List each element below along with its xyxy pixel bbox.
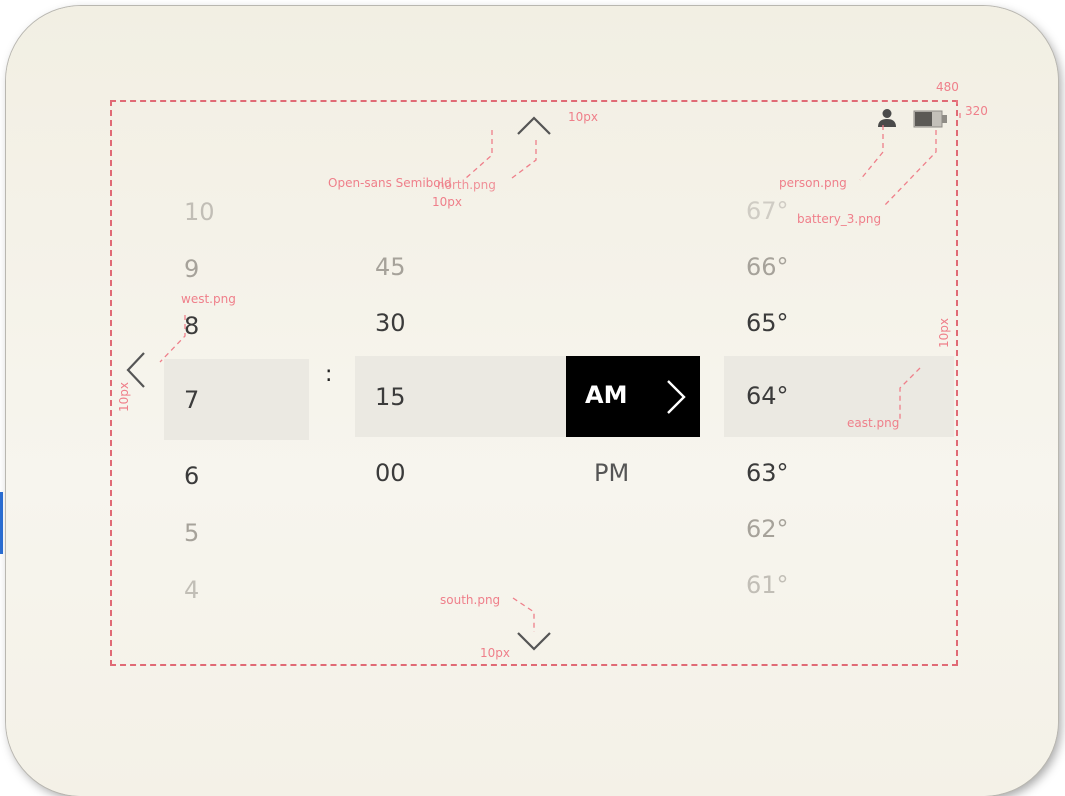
temperature-option[interactable]: 66° [746,253,789,281]
chevron-down-icon[interactable] [515,630,553,654]
north-side-gap-annotation: 10px [568,110,598,124]
chevron-right-icon[interactable] [665,378,687,416]
south-gap-annotation: 10px [480,646,510,660]
height-annotation: 320 [965,104,988,118]
chevron-up-icon[interactable] [515,113,553,137]
hour-option[interactable]: 5 [184,519,199,547]
north-icon-annotation: north.png [437,178,496,192]
font-annotation: Open-sans Semibold [328,176,452,190]
meridiem-option-pm[interactable]: PM [594,459,629,487]
minute-option[interactable]: 45 [375,253,406,281]
minute-option[interactable]: 00 [375,459,406,487]
battery-icon-annotation: battery_3.png [797,212,882,226]
west-gap-annotation: 10px [117,382,131,412]
selected-minute[interactable]: 15 [375,383,406,411]
east-gap-annotation: 10px [937,318,951,348]
side-accent-bar [0,492,3,554]
hour-option[interactable]: 10 [184,198,215,226]
time-separator: : [325,362,333,387]
temperature-option[interactable]: 65° [746,309,789,337]
temperature-option[interactable]: 63° [746,459,789,487]
selected-hour[interactable]: 7 [184,386,199,414]
hour-option[interactable]: 8 [184,312,199,340]
north-gap-annotation: 10px [432,195,462,209]
temperature-option[interactable]: 62° [746,515,789,543]
hour-option[interactable]: 9 [184,255,199,283]
south-icon-annotation: south.png [440,593,501,607]
west-icon-annotation: west.png [181,292,236,306]
meridiem-selected-label: AM [585,381,628,409]
hour-option[interactable]: 4 [184,576,199,604]
battery-icon [913,110,947,128]
person-icon[interactable] [876,108,898,128]
minute-option[interactable]: 30 [375,309,406,337]
hour-option[interactable]: 6 [184,462,199,490]
east-icon-annotation: east.png [847,416,900,430]
temperature-option[interactable]: 67° [746,197,789,225]
selected-temperature[interactable]: 64° [746,382,789,410]
width-annotation: 480 [936,80,959,94]
temperature-option[interactable]: 61° [746,571,789,599]
person-icon-annotation: person.png [779,176,847,190]
